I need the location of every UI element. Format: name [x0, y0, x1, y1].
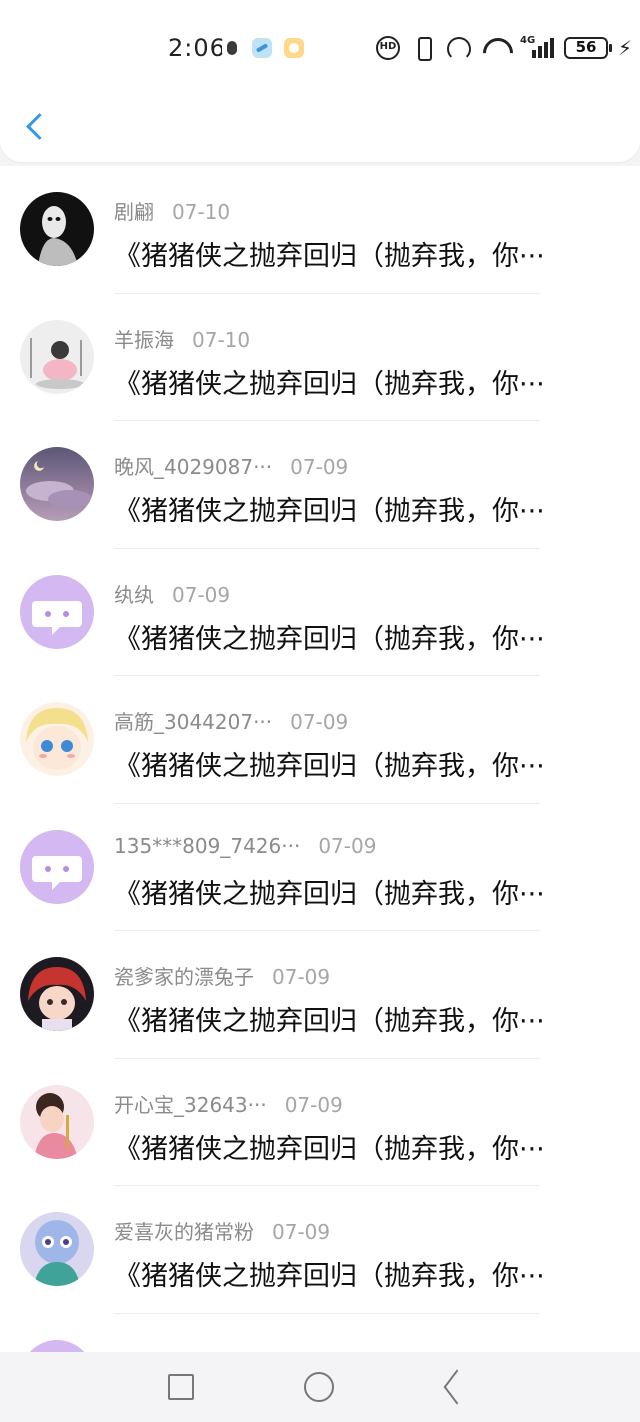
browser-icon [252, 38, 272, 58]
charging-icon: ⚡ [618, 36, 633, 60]
comment-date: 07-09 [172, 582, 231, 607]
back-button[interactable] [22, 108, 52, 148]
comment-date: 07-10 [192, 327, 251, 352]
avatar[interactable] [20, 957, 94, 1031]
comment-date: 07-10 [172, 200, 231, 224]
avatar[interactable] [20, 192, 94, 266]
app-icon [284, 38, 304, 58]
comment-date: 07-09 [290, 710, 349, 734]
comment-date: 07-09 [284, 1092, 343, 1117]
battery-level: 56 [575, 38, 597, 56]
comment-text[interactable]: 《猪猪侠之抛弃回归（抛弃我，你··· [114, 362, 624, 401]
comment-date: 07-09 [318, 833, 377, 858]
signal-icon: 4G [520, 35, 554, 60]
commenter-name[interactable]: 开心宝_32643··· [114, 1093, 267, 1117]
list-item[interactable]: 135***809_7426··· 07-09 《猪猪侠之抛弃回归（抛弃我，你··… [0, 804, 640, 931]
list-item[interactable]: 纨纨 07-09 《猪猪侠之抛弃回归（抛弃我，你··· [0, 549, 640, 676]
list-item[interactable]: 晚风_4029087··· 07-09 《猪猪侠之抛弃回归（抛弃我，你··· [0, 421, 640, 549]
avatar[interactable] [20, 447, 94, 521]
list-item[interactable]: 瓷爹家的漂兔子 07-09 《猪猪侠之抛弃回归（抛弃我，你··· [0, 931, 640, 1059]
comment-text[interactable]: 《猪猪侠之抛弃回归（抛弃我，你··· [114, 999, 624, 1038]
commenter-name[interactable]: 纨纨 [114, 583, 154, 607]
status-bar: 2:06 HD 4G 56 ⚡ [0, 32, 640, 66]
avatar[interactable] [20, 1212, 94, 1286]
system-nav-bar [0, 1352, 640, 1422]
avatar[interactable] [20, 1084, 94, 1159]
status-time: 2:06 [168, 34, 226, 62]
avatar[interactable] [20, 1339, 94, 1352]
top-bar: 2:06 HD 4G 56 ⚡ [0, 0, 640, 162]
comment-list[interactable]: 剧翩 07-10 《猪猪侠之抛弃回归（抛弃我，你··· 羊振海 07-10 《猪猪侠… [0, 166, 640, 1352]
commenter-name[interactable]: 瓷爹家的漂兔子 [114, 965, 254, 989]
hd-icon: HD [376, 36, 400, 60]
record-icon [222, 38, 242, 58]
comment-text[interactable]: 《猪猪侠之抛弃回归（抛弃我，你··· [114, 489, 624, 528]
battery-icon: 56 [564, 37, 612, 59]
comment-text[interactable]: 《猪猪侠之抛弃回归（抛弃我，你··· [114, 872, 624, 911]
commenter-name[interactable]: 135***809_7426··· [114, 834, 300, 858]
list-item[interactable]: 开心宝_32643··· 07-09 《猪猪侠之抛弃回归（抛弃我，你··· [0, 1059, 640, 1186]
comment-date: 07-09 [272, 1220, 331, 1244]
avatar[interactable] [20, 319, 94, 394]
comment-text[interactable]: 《猪猪侠之抛弃回归（抛弃我，你··· [114, 617, 624, 656]
comment-text[interactable]: 《猪猪侠之抛弃回归（抛弃我，你··· [114, 1254, 624, 1293]
avatar[interactable] [20, 702, 94, 776]
commenter-name[interactable]: 羊振海 [114, 328, 174, 352]
list-item[interactable]: 高筋_3044207··· 07-09 《猪猪侠之抛弃回归（抛弃我，你··· [0, 676, 640, 804]
vibrate-icon [410, 36, 436, 61]
back-triangle-icon[interactable] [440, 1372, 470, 1402]
wifi-icon [482, 36, 510, 60]
list-item[interactable] [0, 1314, 640, 1352]
avatar[interactable] [20, 574, 94, 649]
list-item[interactable]: 羊振海 07-10 《猪猪侠之抛弃回归（抛弃我，你··· [0, 294, 640, 421]
comment-text[interactable]: 《猪猪侠之抛弃回归（抛弃我，你··· [114, 744, 624, 783]
commenter-name[interactable]: 剧翩 [114, 200, 154, 224]
comment-date: 07-09 [290, 455, 349, 479]
comment-text[interactable]: 《猪猪侠之抛弃回归（抛弃我，你··· [114, 1127, 624, 1166]
commenter-name[interactable]: 爱喜灰的猪常粉 [114, 1220, 254, 1244]
comment-text[interactable]: 《猪猪侠之抛弃回归（抛弃我，你··· [114, 234, 624, 273]
hotspot-icon [446, 36, 472, 61]
list-item[interactable]: 爱喜灰的猪常粉 07-09 《猪猪侠之抛弃回归（抛弃我，你··· [0, 1186, 640, 1314]
avatar[interactable] [20, 829, 94, 904]
signal-type-label: 4G [520, 35, 536, 46]
commenter-name[interactable]: 高筋_3044207··· [114, 710, 272, 734]
list-item[interactable]: 剧翩 07-10 《猪猪侠之抛弃回归（抛弃我，你··· [0, 166, 640, 294]
home-circle-icon[interactable] [304, 1372, 334, 1402]
commenter-name[interactable]: 晚风_4029087··· [114, 455, 272, 479]
comment-date: 07-09 [272, 965, 331, 989]
recents-square-icon[interactable] [168, 1374, 194, 1400]
